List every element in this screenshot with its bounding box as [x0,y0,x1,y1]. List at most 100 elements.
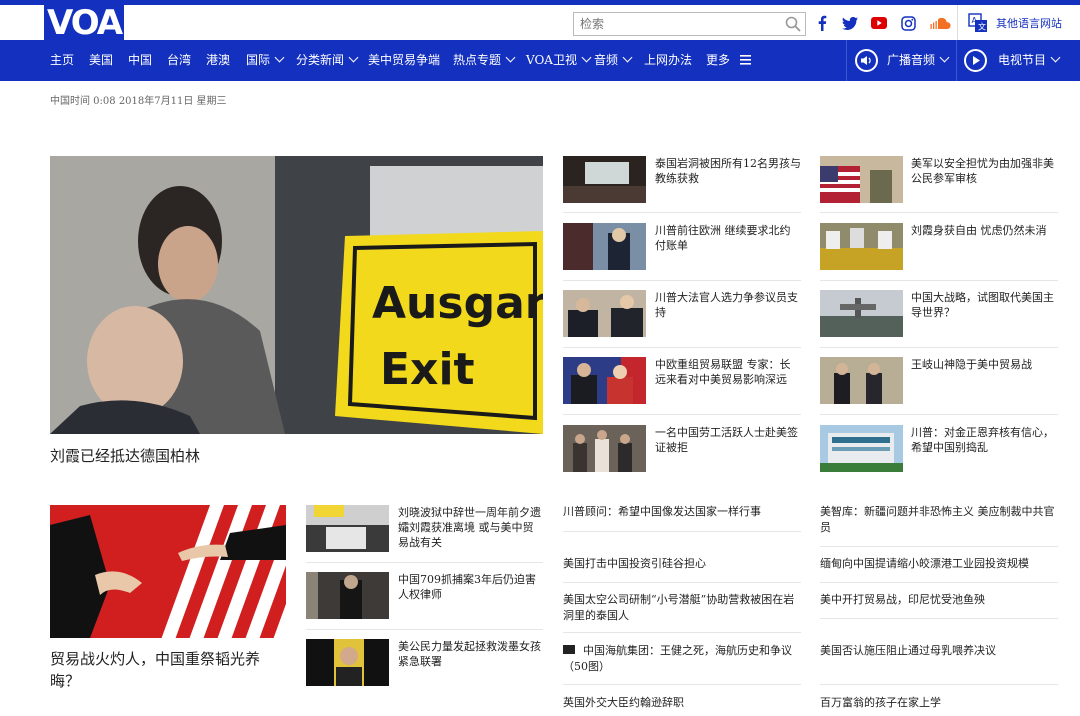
nav-item-us[interactable]: 美国 [89,40,113,81]
text-link[interactable]: 川普顾问：希望中国像发达国家一样行事 [563,504,801,520]
chevron-down-icon [1050,52,1061,63]
search-icon[interactable] [785,16,801,32]
article-title[interactable]: 川普前往欧洲 继续要求北约付账单 [655,223,801,253]
thumbnail-image[interactable] [306,572,389,619]
other-languages-label: 其他语言网站 [996,16,1062,30]
text-link[interactable]: 百万富翁的孩子在家上学 [820,695,1058,711]
nav-item-categories[interactable]: 分类新闻 [296,40,359,81]
chevron-down-icon [939,52,950,63]
nav-item-tv[interactable]: 电视节目 [998,40,1061,81]
article-title[interactable]: 川普大法官人选力争参议员支持 [655,290,801,320]
speaker-icon[interactable] [855,49,878,72]
twitter-icon[interactable] [840,13,860,33]
play-icon[interactable] [964,49,987,72]
divider [306,562,543,563]
text-link[interactable]: 英国外交大臣约翰逊辞职 [563,695,801,711]
second-lead-image[interactable] [50,505,286,638]
article-title[interactable]: 泰国岩洞被困所有12名男孩与教练获救 [655,156,801,186]
nav-item-radio[interactable]: 广播音频 [887,40,950,81]
soundcloud-icon[interactable] [928,13,952,33]
article-title[interactable]: 中国709抓捕案3年后仍迫害人权律师 [398,572,543,602]
nav-item-radio-label: 广播音频 [887,53,936,67]
article-title[interactable]: 中欧重组贸易联盟 专家：长远来看对中美贸易影响深远 [655,357,801,387]
gallery-icon [563,645,575,654]
sign-text-line1: Ausgar [372,278,543,329]
thumbnail-image[interactable] [306,639,389,686]
text-link[interactable]: 美智库：新疆问题并非恐怖主义 美应制裁中共官员 [820,504,1058,536]
divider [563,212,801,213]
thumbnail-image[interactable] [820,223,903,270]
nav-item-trade-dispute[interactable]: 美中贸易争端 [368,40,440,81]
text-link[interactable]: 美国否认施压阻止通过母乳喂养决议 [820,643,1058,659]
nav-item-tv-label: 电视节目 [998,53,1047,67]
article-title[interactable]: 美公民力量发起拯救泼墨女孩紧急联署 [398,639,543,669]
chevron-down-icon [581,52,592,63]
thumbnail-image[interactable] [563,425,646,472]
nav-item-international[interactable]: 国际 [246,40,285,81]
divider [563,414,801,415]
nav-item-audio-label: 音频 [594,53,619,67]
second-lead-title[interactable]: 贸易战火灼人，中国重祭韬光养晦？ [50,648,286,692]
thumbnail-image[interactable] [563,156,646,203]
article-title[interactable]: 刘霞身获自由 忧虑仍然未消 [911,223,1057,238]
nav-item-audio[interactable]: 音频 [594,40,633,81]
nav-item-voa-tv[interactable]: VOA卫视 [526,40,592,81]
other-languages-link[interactable]: A 文 其他语言网站 [957,5,1080,40]
svg-text:文: 文 [978,21,986,31]
divider [820,212,1058,213]
facebook-icon[interactable] [812,13,832,33]
text-link[interactable]: 美中开打贸易战，印尼忧受池鱼殃 [820,592,1058,608]
divider [820,347,1058,348]
divider [820,280,1058,281]
thumbnail-image[interactable] [820,357,903,404]
divider [820,618,1058,619]
instagram-icon[interactable] [898,13,918,33]
thumbnail-image[interactable] [820,425,903,472]
search-box[interactable] [573,12,806,36]
chevron-down-icon [274,52,285,63]
nav-item-china[interactable]: 中国 [128,40,152,81]
divider [820,582,1058,583]
article-title[interactable]: 川普：对金正恩弃核有信心，希望中国别捣乱 [911,425,1057,455]
gallery-link-text: 中国海航集团：王健之死，海航历史和争议（50图） [563,644,792,673]
article-title[interactable]: 中国大战略，试图取代美国主导世界？ [911,290,1057,320]
text-link[interactable]: 美国打击中国投资引硅谷担心 [563,556,801,572]
article-title[interactable]: 美军以安全担忧为由加强非美公民参军审核 [911,156,1057,186]
voa-logo[interactable]: VOA [44,5,124,41]
language-icon: A 文 [968,12,987,32]
gallery-link[interactable]: 中国海航集团：王健之死，海航历史和争议（50图） [563,643,801,675]
nav-item-hot-topics[interactable]: 热点专题 [453,40,516,81]
nav-item-categories-label: 分类新闻 [296,53,345,67]
divider [563,347,801,348]
nav-item-access[interactable]: 上网办法 [644,40,692,81]
sign-text-line2: Exit [380,344,475,395]
nav-item-more-label: 更多 [706,53,731,67]
thumbnail-image[interactable] [820,156,903,203]
thumbnail-image[interactable] [306,505,389,552]
divider [563,582,801,583]
lead-story-title[interactable]: 刘霞已经抵达德国柏林 [50,445,200,466]
text-link[interactable]: 缅甸向中国提请缩小皎漂港工业园投资规模 [820,556,1058,572]
menu-icon [739,55,751,65]
nav-item-more[interactable]: 更多 [706,40,751,81]
youtube-icon[interactable] [869,13,889,33]
article-title[interactable]: 王岐山神隐于美中贸易战 [911,357,1057,372]
nav-item-hk-macau[interactable]: 港澳 [206,40,230,81]
divider [563,280,801,281]
thumbnail-image[interactable] [563,357,646,404]
nav-item-taiwan[interactable]: 台湾 [167,40,191,81]
thumbnail-image[interactable] [820,290,903,337]
article-title[interactable]: 一名中国劳工活跃人士赴美签证被拒 [655,425,801,455]
nav-divider [846,40,847,81]
nav-item-hot-topics-label: 热点专题 [453,53,502,67]
thumbnail-image[interactable] [563,290,646,337]
text-link[interactable]: 美国太空公司研制“小号潜艇”协助营救被困在岩洞里的泰国人 [563,592,801,624]
nav-item-home[interactable]: 主页 [50,40,74,81]
date-line: 中国时间 0:08 2018年7月11日 星期三 [50,96,227,107]
lead-story-image[interactable]: Ausgar Exit [50,156,543,434]
chevron-down-icon [505,52,516,63]
thumbnail-image[interactable] [563,223,646,270]
main-nav: 主页 美国 中国 台湾 港澳 国际 分类新闻 美中贸易争端 热点专题 VOA卫视… [0,40,1080,81]
search-input[interactable] [574,13,774,35]
article-title[interactable]: 刘晓波狱中辞世一周年前夕遗孀刘霞获准离境 或与美中贸易战有关 [398,505,543,550]
